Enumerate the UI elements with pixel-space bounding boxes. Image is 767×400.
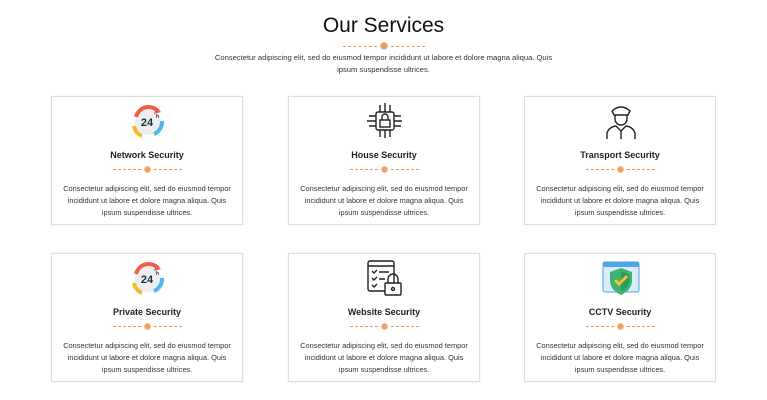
page-title: Our Services — [322, 14, 445, 37]
service-card-private-security: 24 h Private Security Consectetur adipisc… — [51, 253, 243, 382]
service-card-network-security: 24 h Network Security Consectetur adipisc… — [51, 96, 243, 225]
card-divider — [52, 166, 242, 173]
service-card-house-security: House Security Consectetur adipiscing el… — [288, 96, 480, 225]
checklist-lock-icon — [365, 258, 405, 298]
shield-check-icon — [601, 258, 641, 298]
svg-text:24: 24 — [141, 117, 154, 129]
service-description: Consectetur adipiscing elit, sed do eius… — [63, 184, 231, 217]
svg-text:h: h — [156, 114, 159, 120]
security-guard-icon — [601, 101, 641, 141]
card-divider — [52, 323, 242, 330]
card-divider — [525, 166, 715, 173]
24h-icon: 24 h — [128, 101, 168, 141]
service-description: Consectetur adipiscing elit, sed do eius… — [63, 341, 231, 374]
service-title: Website Security — [347, 307, 421, 317]
service-title: Private Security — [112, 307, 182, 317]
svg-text:24: 24 — [141, 274, 154, 286]
page-subtitle: Consectetur adipiscing elit, sed do eius… — [214, 53, 553, 74]
service-title: CCTV Security — [588, 307, 652, 317]
svg-text:h: h — [156, 271, 159, 277]
service-card-transport-security: Transport Security Consectetur adipiscin… — [524, 96, 716, 225]
service-card-website-security: Website Security Consectetur adipiscing … — [288, 253, 480, 382]
card-divider — [525, 323, 715, 330]
card-divider — [289, 323, 479, 330]
24h-icon: 24 h — [128, 258, 168, 298]
circuit-lock-icon — [365, 101, 405, 141]
service-title: Transport Security — [580, 150, 660, 160]
card-divider — [289, 166, 479, 173]
service-description: Consectetur adipiscing elit, sed do eius… — [300, 341, 468, 374]
service-card-cctv-security: CCTV Security Consectetur adipiscing eli… — [524, 253, 716, 382]
title-divider — [0, 42, 767, 50]
service-title: House Security — [351, 150, 417, 160]
service-description: Consectetur adipiscing elit, sed do eius… — [300, 184, 468, 217]
service-title: Network Security — [110, 150, 184, 160]
service-description: Consectetur adipiscing elit, sed do eius… — [536, 184, 704, 217]
service-description: Consectetur adipiscing elit, sed do eius… — [536, 341, 704, 374]
